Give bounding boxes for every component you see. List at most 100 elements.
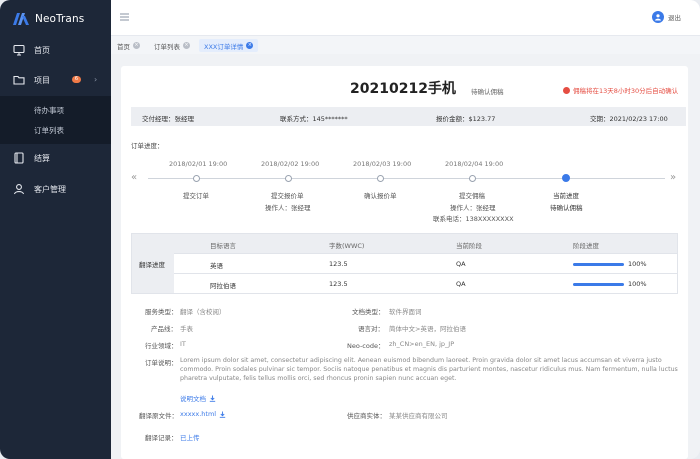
avatar	[652, 11, 664, 23]
user-avatar-icon	[655, 14, 661, 21]
table-cell-lang: 英语	[210, 262, 223, 270]
book-icon	[14, 152, 24, 164]
user-icon	[13, 184, 25, 195]
table-cell-words: 123.5	[329, 280, 348, 288]
industry-label: 行业领域：	[145, 342, 178, 350]
description-doc-link[interactable]: 说明文档	[180, 393, 216, 403]
menu-toggle-icon[interactable]	[120, 13, 129, 21]
sidebar-item-customers[interactable]: 客户管理	[0, 177, 111, 201]
sidebar-item-settlement[interactable]: 结算	[0, 146, 111, 170]
download-icon	[219, 411, 226, 418]
chevron-left-icon[interactable]: «	[131, 172, 137, 183]
app-logo[interactable]: NeoTrans	[12, 10, 84, 28]
quote-amount: 报价金额：$123.77	[436, 115, 496, 123]
notification-badge: 6	[72, 76, 81, 83]
timeline-node	[377, 175, 384, 182]
app-name: NeoTrans	[35, 13, 85, 25]
folder-icon	[13, 75, 25, 85]
timeline-step-title: 当前进度	[553, 192, 579, 200]
link-text: 说明文档	[180, 395, 206, 403]
logout-link[interactable]: 退出	[668, 12, 681, 22]
table-cell-progress: 100%	[628, 280, 647, 288]
table-header: 阶段进度	[573, 242, 599, 250]
doc-type-label: 文档类型：	[352, 308, 385, 316]
tab-order-list[interactable]: 订单列表 ×	[154, 39, 190, 52]
timeline-step-operator: 操作人：张经理	[265, 204, 311, 212]
sidebar-item-home[interactable]: 首页	[0, 38, 111, 62]
timeline-date: 2018/02/03 19:00	[353, 160, 412, 168]
translation-record-label: 翻译记录：	[145, 434, 178, 442]
neotrans-logo-icon	[13, 13, 29, 25]
timeline-step-phone: 联系电话：138XXXXXXXX	[433, 215, 514, 223]
timeline-date: 2018/02/04 19:00	[445, 160, 504, 168]
sidebar-item-label: 项目	[34, 75, 50, 85]
table-cell-stage: QA	[456, 260, 466, 268]
timeline-node	[285, 175, 292, 182]
order-description: Lorem ipsum dolor sit amet, consectetur …	[180, 357, 678, 382]
timeline-node	[469, 175, 476, 182]
tab-label: XXX订单详情	[204, 42, 244, 51]
timeline-step-title: 提交佣稿	[459, 192, 485, 200]
close-icon[interactable]: ×	[133, 42, 140, 49]
delivery-manager: 交付经理：张经理	[142, 115, 194, 123]
timeline-step-operator: 操作人：张经理	[450, 204, 496, 212]
supplier-label: 供应商实体：	[347, 412, 386, 420]
tab-home[interactable]: 首页 ×	[117, 39, 140, 52]
user-menu[interactable]: 退出	[652, 11, 681, 23]
chevron-right-icon[interactable]: »	[670, 172, 676, 183]
source-file-link[interactable]: xxxxx.html	[180, 410, 226, 418]
sidebar-item-label: 客户管理	[34, 184, 66, 194]
status-badge: 待确认佣稿	[471, 88, 504, 96]
table-header: 字数(WWC)	[329, 242, 365, 250]
chevron-right-icon: ›	[94, 75, 98, 84]
close-icon[interactable]: ×	[183, 42, 190, 49]
service-type-label: 服务类型：	[145, 308, 178, 316]
table-header-row	[174, 234, 677, 253]
timeline-step-title: 确认报价单	[364, 192, 397, 200]
download-icon	[209, 395, 216, 402]
table-divider	[174, 273, 677, 274]
table-cell-progress: 100%	[628, 260, 647, 268]
neo-code-value: zh_CN>en_EN, jp_JP	[389, 340, 455, 348]
industry-value: IT	[180, 340, 186, 348]
doc-type-value: 软件界面词	[389, 308, 422, 316]
table-header: 目标语言	[210, 242, 236, 250]
progress-bar	[573, 263, 624, 266]
submenu-item-todo[interactable]: 待办事项	[34, 105, 64, 116]
tab-label: 首页	[117, 42, 130, 51]
description-label: 订单说明：	[145, 359, 178, 367]
tab-bar: 首页 × 订单列表 × XXX订单详情 ×	[111, 35, 700, 54]
timeline-node	[193, 175, 200, 182]
timeline-node-current	[562, 174, 570, 182]
timeline-date: 2018/02/02 19:00	[261, 160, 320, 168]
sidebar-item-label: 结算	[34, 153, 50, 163]
table-row-label: 翻译进度	[139, 261, 165, 269]
translation-record-link[interactable]: 已上传	[180, 432, 200, 442]
sidebar-item-label: 首页	[34, 45, 50, 55]
sidebar: NeoTrans 首页 项目 6 › 待办事项 订单列表 结算 客户管理	[0, 0, 111, 459]
sidebar-item-project[interactable]: 项目 6 ›	[0, 68, 111, 92]
tab-order-detail[interactable]: XXX订单详情 ×	[199, 39, 259, 52]
close-icon[interactable]: ×	[246, 42, 254, 49]
delivery-date: 交期：2021/02/23 17:00	[590, 115, 668, 123]
product-value: 手表	[180, 325, 193, 333]
supplier-value: 某某供应商有限公司	[389, 412, 448, 420]
product-label: 产品线：	[151, 325, 177, 333]
service-type-value: 翻译（含校阅）	[180, 308, 226, 316]
table-header: 当前阶段	[456, 242, 482, 250]
submenu-item-orders[interactable]: 订单列表	[34, 125, 64, 136]
contact-info: 联系方式：145*******	[280, 115, 348, 123]
timeline-track	[148, 178, 665, 179]
timeline-step-title: 提交报价单	[271, 192, 304, 200]
timeline-date: 2018/02/01 19:00	[169, 160, 228, 168]
neo-code-label: Neo-code：	[347, 342, 385, 350]
auto-close-notice: 佣稿将在13天8小时30分后自动确认	[563, 85, 678, 95]
progress-label: 订单进度：	[131, 142, 164, 150]
table-cell-words: 123.5	[329, 260, 348, 268]
link-text: xxxxx.html	[180, 410, 217, 418]
top-bar	[111, 0, 700, 35]
monitor-icon	[13, 44, 25, 56]
page-title: 20210212手机	[350, 81, 456, 97]
alert-dot-icon	[563, 86, 570, 94]
lang-pair-label: 语言对：	[358, 325, 384, 333]
